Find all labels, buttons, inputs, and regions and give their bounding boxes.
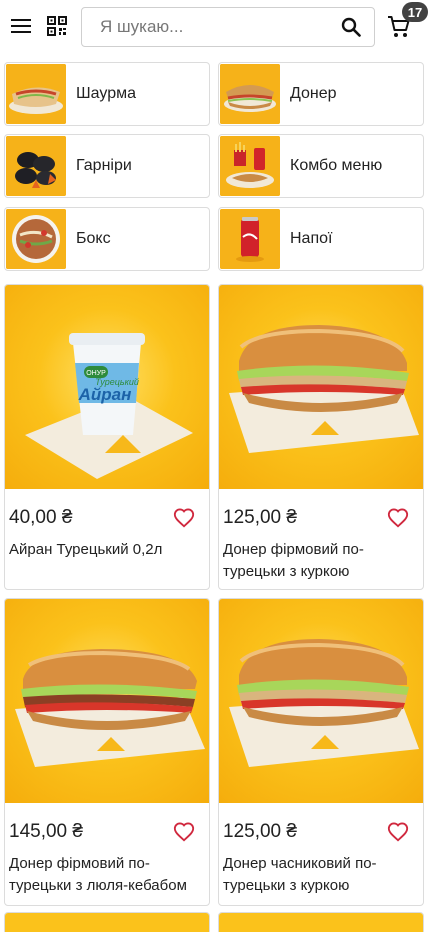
category-box[interactable]: Бокс <box>4 207 210 271</box>
heart-icon <box>173 822 195 842</box>
app-header: 17 <box>0 0 430 54</box>
product-price: 125,00 ₴ <box>223 507 297 528</box>
product-image[interactable]: ОНУР Турецький Айран <box>5 285 209 489</box>
favorite-button[interactable] <box>387 821 411 845</box>
product-name[interactable]: Донер часниковий по-турецьки з куркою <box>223 853 419 897</box>
category-label: Шаурма <box>76 85 136 102</box>
category-label: Напої <box>290 230 333 247</box>
product-image[interactable] <box>5 599 209 803</box>
category-label: Бокс <box>76 230 111 247</box>
product-card[interactable]: ОНУР Турецький Айран 40,00 ₴ Айран Турец… <box>4 284 210 590</box>
garnish-icon <box>6 136 66 196</box>
product-name[interactable]: Айран Турецький 0,2л <box>9 539 205 561</box>
cup-title-text: Айран <box>78 385 132 404</box>
qr-scan-button[interactable] <box>44 13 70 39</box>
heart-icon <box>387 508 409 528</box>
cup-brand-text: ОНУР <box>86 370 106 377</box>
category-label: Донер <box>290 85 337 102</box>
product-card-partial[interactable] <box>218 912 424 932</box>
box-icon <box>6 209 66 269</box>
search-input[interactable] <box>100 8 330 46</box>
product-price: 125,00 ₴ <box>223 821 297 842</box>
shawarma-icon <box>6 64 66 124</box>
product-image <box>5 913 209 932</box>
category-doner[interactable]: Донер <box>218 62 424 126</box>
doner-icon <box>220 64 280 124</box>
product-image[interactable] <box>219 599 423 803</box>
category-garnish[interactable]: Гарніри <box>4 134 210 198</box>
favorite-button[interactable] <box>173 821 197 845</box>
product-card[interactable]: 145,00 ₴ Донер фірмовий по-турецьки з лю… <box>4 598 210 906</box>
heart-icon <box>387 822 409 842</box>
product-name[interactable]: Донер фірмовий по-турецьки з куркою <box>223 539 419 583</box>
category-label: Гарніри <box>76 157 132 174</box>
product-card-partial[interactable] <box>4 912 210 932</box>
product-card[interactable]: 125,00 ₴ Донер фірмовий по-турецьки з ку… <box>218 284 424 590</box>
combo-icon <box>220 136 280 196</box>
category-label: Комбо меню <box>290 157 383 174</box>
menu-button[interactable] <box>8 12 34 40</box>
product-price: 40,00 ₴ <box>9 507 73 528</box>
cart-count-badge: 17 <box>402 2 428 22</box>
qr-code-icon <box>47 16 67 36</box>
favorite-button[interactable] <box>387 507 411 531</box>
favorite-button[interactable] <box>173 507 197 531</box>
product-image <box>219 913 423 932</box>
product-image[interactable] <box>219 285 423 489</box>
category-combo[interactable]: Комбо меню <box>218 134 424 198</box>
drink-can-icon <box>220 209 280 269</box>
product-name[interactable]: Донер фірмовий по-турецьки з люля-кебабо… <box>9 853 205 897</box>
category-drinks[interactable]: Напої <box>218 207 424 271</box>
product-price: 145,00 ₴ <box>9 821 83 842</box>
search-box <box>81 7 375 47</box>
menu-icon <box>11 19 31 33</box>
search-icon <box>341 17 361 37</box>
category-shawarma[interactable]: Шаурма <box>4 62 210 126</box>
heart-icon <box>173 508 195 528</box>
search-button[interactable] <box>340 16 362 38</box>
product-card[interactable]: 125,00 ₴ Донер часниковий по-турецьки з … <box>218 598 424 906</box>
